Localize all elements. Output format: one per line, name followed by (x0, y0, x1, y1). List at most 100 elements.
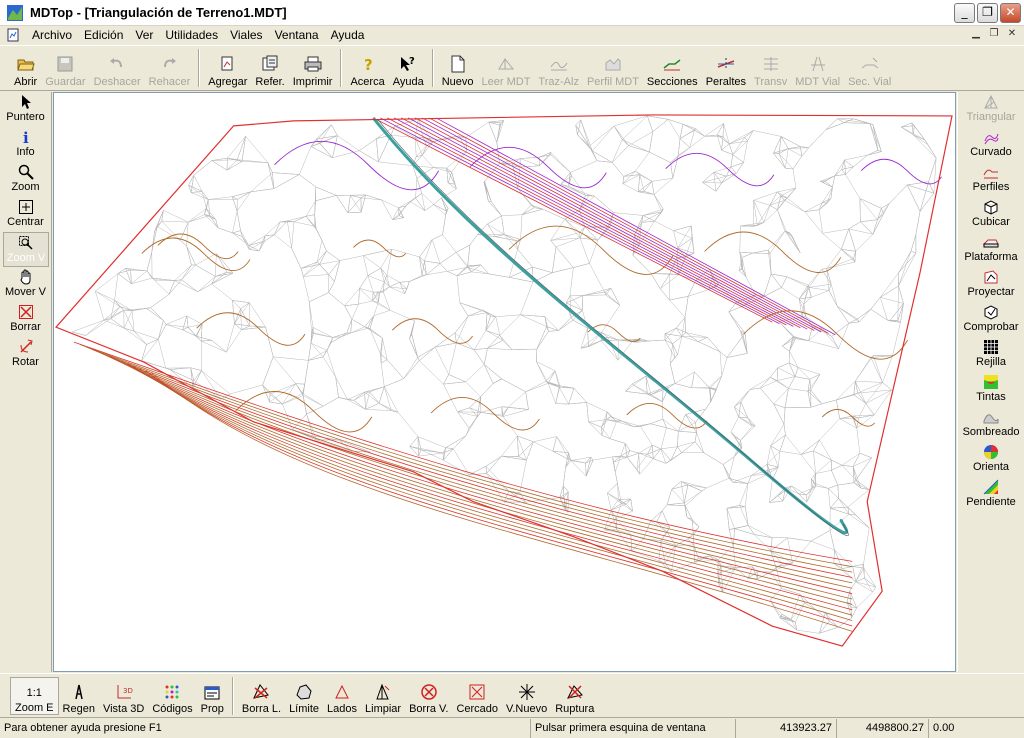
tool-borra-l[interactable]: Borra L. (238, 677, 285, 715)
drawing-canvas[interactable] (53, 92, 956, 672)
toolbar-separator (431, 49, 434, 87)
road-edge-line (91, 348, 853, 578)
toolbar-agregar-button[interactable]: Agregar (204, 48, 251, 88)
magnifier-icon (18, 164, 34, 180)
tool-zoom[interactable]: Zoom (0, 162, 51, 197)
new-vertex-icon (518, 683, 535, 700)
fence-icon (469, 684, 485, 699)
tool-info[interactable]: i Info (0, 127, 51, 162)
tool-ruptura[interactable]: Ruptura (551, 677, 598, 715)
toolbar-ayuda-button[interactable]: ? Ayuda (389, 48, 428, 88)
tool-mover-v[interactable]: Mover V (0, 267, 51, 302)
tool-triangular[interactable]: Triangular (958, 92, 1024, 127)
toolbar-rehacer-button[interactable]: Rehacer (145, 48, 195, 88)
tool-rejilla[interactable]: Rejilla (958, 337, 1024, 372)
menu-ayuda[interactable]: Ayuda (325, 28, 371, 42)
superelevation-icon (717, 58, 735, 70)
mdi-close-button[interactable]: ✕ (1004, 27, 1020, 41)
toolbar-acerca-button[interactable]: ? Acerca (346, 48, 388, 88)
status-y-coordinate: 4498800.27 (837, 718, 929, 738)
toolbar-transv-button[interactable]: Transv (750, 48, 791, 88)
tool-sombreado[interactable]: Sombreado (958, 407, 1024, 442)
tool-plataforma[interactable]: Plataforma (958, 232, 1024, 267)
pointer-arrow-icon (21, 95, 31, 109)
tool-tintas[interactable]: Tintas (958, 372, 1024, 407)
grid-icon (984, 340, 998, 354)
tool-codigos[interactable]: Códigos (148, 677, 196, 715)
platform-icon (983, 239, 999, 248)
tool-puntero[interactable]: Puntero (0, 92, 51, 127)
read-mdt-icon (498, 58, 515, 70)
toolbar-secciones-button[interactable]: Secciones (643, 48, 702, 88)
sections-icon (663, 59, 681, 71)
mdi-restore-button[interactable]: ❐ (986, 27, 1002, 41)
profile-mdt-icon (605, 58, 621, 71)
channel-edge-line (378, 119, 849, 536)
app-logo-icon (7, 4, 23, 21)
tool-vista-3d[interactable]: 3D Vista 3D (99, 677, 148, 715)
menu-utilidades[interactable]: Utilidades (159, 28, 224, 42)
menu-ventana[interactable]: Ventana (269, 28, 325, 42)
toolbar-refer-button[interactable]: Refer. (251, 48, 288, 88)
title-bar: MDTop - [Triangulación de Terreno1.MDT] … (0, 0, 1024, 26)
close-button[interactable]: ✕ (1000, 3, 1021, 23)
tool-lados[interactable]: Lados (323, 677, 361, 715)
menu-viales[interactable]: Viales (224, 28, 268, 42)
menu-ver[interactable]: Ver (129, 28, 159, 42)
ridge-line (435, 117, 836, 336)
menu-bar: Archivo Edición Ver Utilidades Viales Ve… (0, 26, 1024, 44)
undo-icon (110, 58, 123, 68)
document-icon (7, 28, 19, 42)
tool-comprobar[interactable]: Comprobar (958, 302, 1024, 337)
road-edge-line (85, 346, 853, 573)
toolbar-deshacer-button[interactable]: Deshacer (90, 48, 145, 88)
toolbar-perfil-mdt-button[interactable]: Perfil MDT (583, 48, 643, 88)
toolbar-abrir-button[interactable]: Abrir (10, 48, 41, 88)
tool-borrar[interactable]: Borrar (0, 302, 51, 337)
ridge-line (387, 117, 787, 326)
toolbar-traz-alz-button[interactable]: Traz-Alz (534, 48, 583, 88)
tool-pendiente[interactable]: Pendiente (958, 477, 1024, 512)
minimize-button[interactable]: _ (954, 3, 975, 23)
menu-edicion[interactable]: Edición (78, 28, 129, 42)
toolbar-nuevo-button[interactable]: Nuevo (438, 48, 478, 88)
contour-line (196, 312, 306, 346)
tool-regen[interactable]: Regen (59, 677, 99, 715)
tool-cercado[interactable]: Cercado (452, 677, 502, 715)
about-question-icon: ? (364, 56, 373, 73)
zoom-window-icon (19, 236, 33, 250)
tool-zoom-v[interactable]: Zoom V (3, 232, 49, 267)
tool-prop[interactable]: Prop (197, 677, 228, 715)
tool-rotar[interactable]: Rotar (0, 337, 51, 372)
transverse-icon (763, 57, 778, 71)
tool-centrar[interactable]: Centrar (0, 197, 51, 232)
tool-borra-v[interactable]: Borra V. (405, 677, 452, 715)
tool-limite[interactable]: Límite (285, 677, 323, 715)
tool-curvado[interactable]: Curvado (958, 127, 1024, 162)
right-tool-panel: Triangular Curvado Perfiles Cubicar Plat… (957, 92, 1024, 672)
menu-archivo[interactable]: Archivo (26, 28, 78, 42)
toolbar-peraltes-button[interactable]: Peraltes (702, 48, 750, 88)
regen-icon (74, 684, 83, 699)
zoom-extents-icon: 1:1 (26, 686, 42, 699)
toolbar-sec-vial-button[interactable]: Sec. Vial (844, 48, 895, 88)
center-crosshair-icon (18, 200, 33, 214)
tool-cubicar[interactable]: Cubicar (958, 197, 1024, 232)
mdi-minimize-button[interactable]: ▁ (968, 27, 984, 41)
ridge-line (421, 117, 822, 333)
toolbar-mdt-vial-button[interactable]: MDT Vial (791, 48, 844, 88)
toolbar-leer-mdt-button[interactable]: Leer MDT (478, 48, 535, 88)
tool-proyectar[interactable]: Proyectar (958, 267, 1024, 302)
add-file-icon (221, 56, 233, 71)
toolbar-imprimir-button[interactable]: Imprimir (289, 48, 337, 88)
tool-v-nuevo[interactable]: V.Nuevo (502, 677, 551, 715)
maximize-button[interactable]: ❐ (977, 3, 998, 23)
tool-perfiles[interactable]: Perfiles (958, 162, 1024, 197)
tool-limpiar[interactable]: Limpiar (361, 677, 405, 715)
tool-zoom-e[interactable]: 1:1 Zoom E (10, 676, 59, 715)
toolbar-guardar-button[interactable]: Guardar (41, 48, 89, 88)
terrain-triangulation-view[interactable] (54, 93, 955, 671)
tool-orienta[interactable]: Orienta (958, 442, 1024, 477)
road-section-icon (861, 57, 879, 69)
trace-elevation-icon (550, 61, 568, 71)
